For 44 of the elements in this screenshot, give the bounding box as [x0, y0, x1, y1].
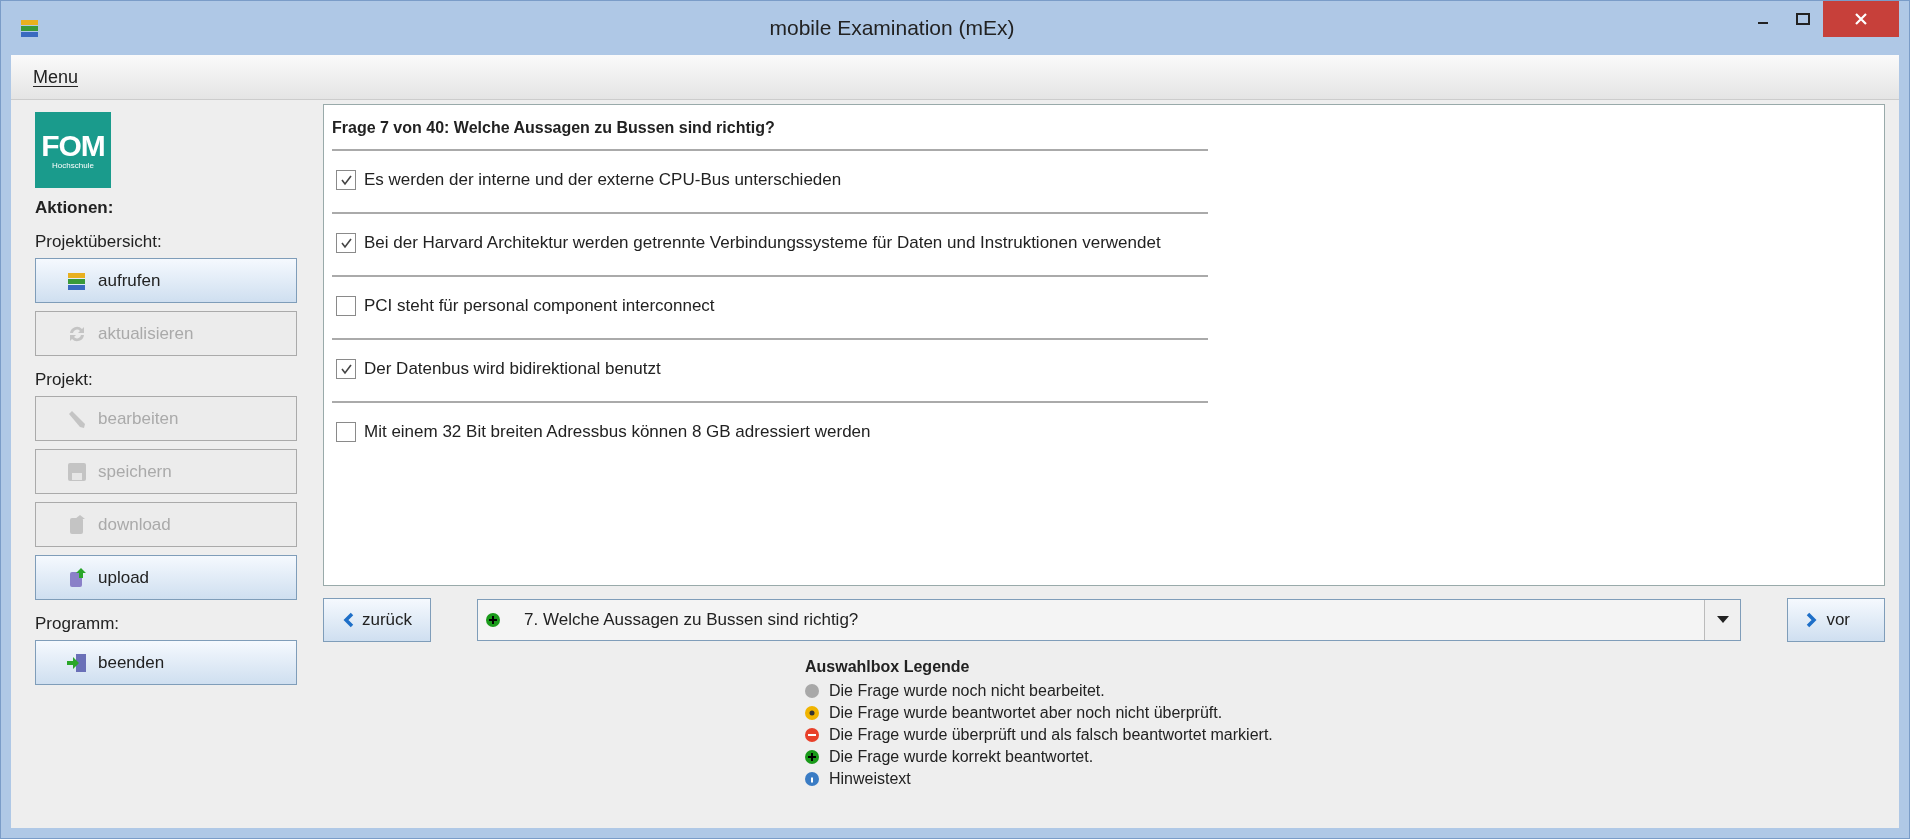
answer-text: Mit einem 32 Bit breiten Adressbus können 8 GB adressiert werden	[364, 422, 871, 442]
section-heading: Aktionen:	[35, 198, 115, 218]
action-button[interactable]: upload	[35, 555, 297, 600]
dropdown-value: 7. Welche Aussagen zu Bussen sind richtig?	[524, 610, 860, 630]
question-dropdown[interactable]: 7. Welche Aussagen zu Bussen sind richtig?	[477, 599, 1742, 641]
books-icon	[19, 17, 41, 39]
checkbox[interactable]	[336, 170, 356, 190]
section-label: Projektübersicht:	[35, 232, 163, 252]
checkbox[interactable]	[336, 359, 356, 379]
answer-text: PCI steht für personal component interconnect	[364, 296, 715, 316]
legend-title: Auswahlbox Legende	[805, 658, 971, 676]
back-button[interactable]: zurück	[323, 598, 432, 642]
checkbox[interactable]	[336, 296, 356, 316]
checkmark-icon	[340, 363, 352, 375]
legend-text: Die Frage wurde überprüft und als falsch beantwortet markiert.	[829, 726, 1273, 744]
section-label: Programm:	[35, 614, 121, 634]
dropdown-arrow-button[interactable]	[1704, 600, 1741, 640]
legend-text: Die Frage wurde korrekt beantwortet.	[829, 748, 1094, 766]
caret-down-icon	[1716, 616, 1729, 624]
section-label: Projekt:	[35, 370, 94, 390]
question-title: Frage 7 von 40: Welche Aussagen zu Bussen sind richtig?	[332, 115, 1208, 151]
exit-door-icon	[66, 651, 88, 674]
checkmark-icon	[340, 237, 352, 249]
logo-text: FOM	[41, 130, 105, 161]
checkbox[interactable]	[336, 233, 356, 253]
checkmark-icon	[340, 174, 352, 186]
action-button[interactable]: aufrufen	[35, 258, 297, 303]
action-button[interactable]: beenden	[35, 640, 297, 685]
legend-text: Die Frage wurde noch nicht bearbeitet.	[829, 682, 1105, 700]
window-title: mobile Examination (mEx)	[768, 16, 1016, 40]
next-button[interactable]: vor	[1787, 598, 1885, 642]
legend-text: Hinweistext	[829, 770, 911, 788]
chevron-left-icon	[342, 612, 354, 628]
legend-text: Die Frage wurde beantwortet aber noch nicht überprüft.	[829, 704, 1223, 722]
answer-text: Bei der Harvard Architektur werden getrennte Verbindungssysteme für Daten und Instruktionen verwendet	[364, 233, 1161, 253]
close-icon	[1854, 12, 1868, 26]
answer-text: Es werden der interne und der externe CPU-Bus unterschieden	[364, 170, 842, 190]
chevron-right-icon	[1806, 612, 1819, 628]
menu-item[interactable]: Menu	[33, 66, 79, 88]
logo-subtitle: Hochschule	[52, 160, 94, 170]
answer-text: Der Datenbus wird bidirektional benutzt	[364, 359, 661, 379]
checkbox[interactable]	[336, 422, 356, 442]
maximize-icon	[1796, 13, 1810, 25]
minimize-icon	[1758, 22, 1768, 24]
